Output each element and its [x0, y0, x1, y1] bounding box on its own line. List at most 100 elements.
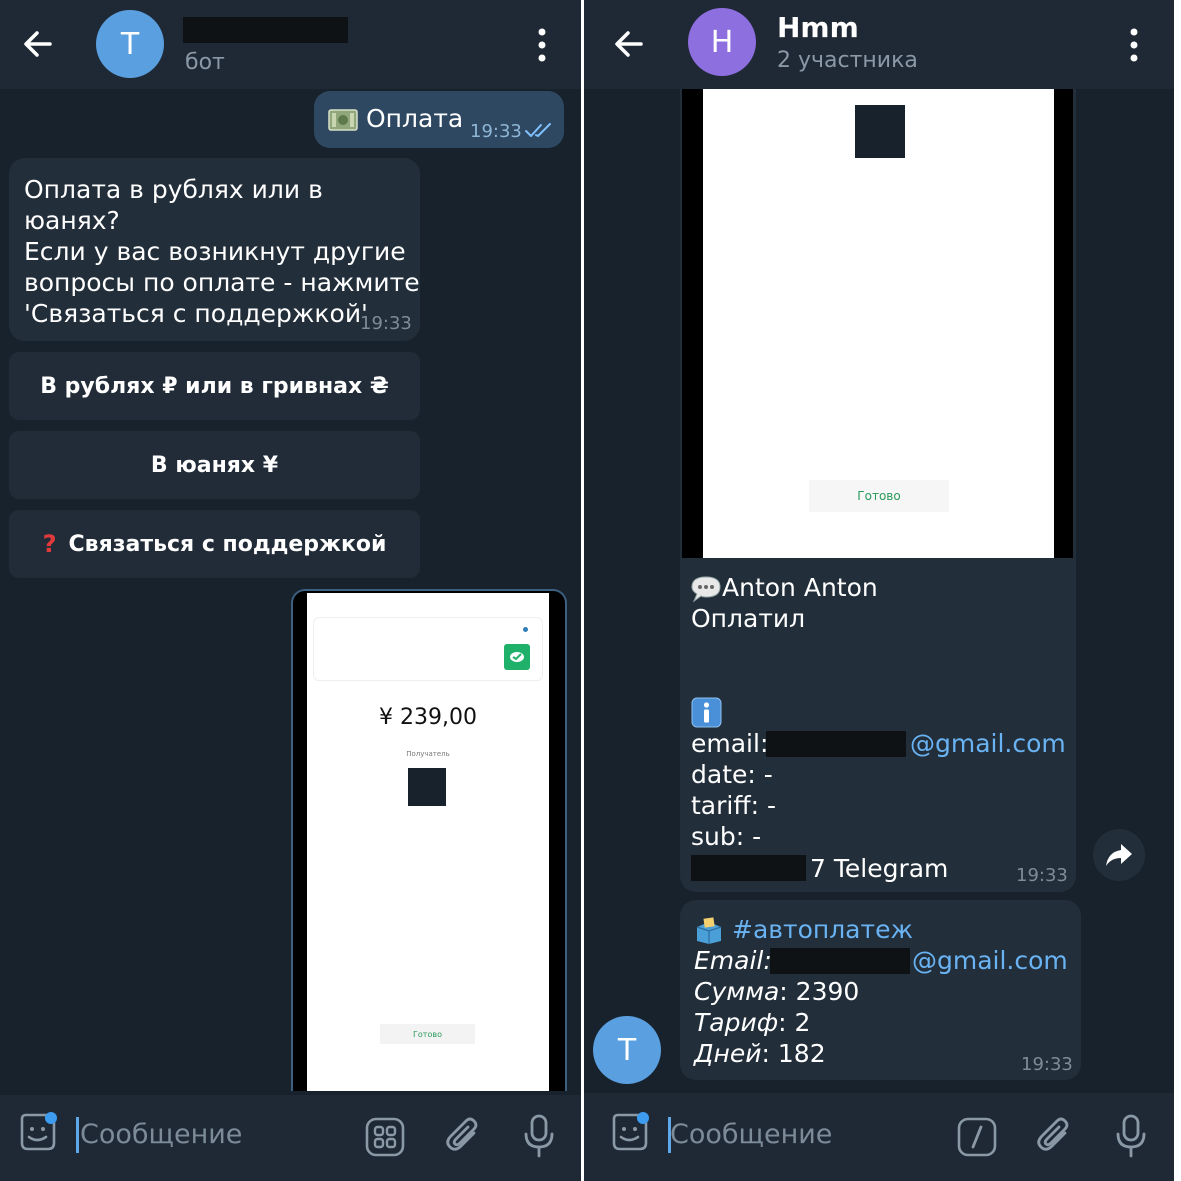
email-domain-link[interactable]: @gmail.com — [912, 945, 1068, 976]
email-label: Email — [694, 946, 764, 975]
group-avatar[interactable]: H — [688, 8, 756, 76]
message-time: 19:33 — [1021, 1054, 1073, 1075]
button-label: В юанях ¥ — [150, 452, 279, 478]
sticker-icon[interactable] — [16, 1111, 60, 1155]
message-composer: Сообщение — [0, 1095, 581, 1181]
redacted-bot-name — [183, 17, 348, 43]
telegram-line: 7 Telegram — [810, 854, 949, 883]
avatar-letter: T — [617, 1032, 637, 1068]
bot-command-icon[interactable] — [957, 1117, 997, 1157]
redacted-email — [770, 948, 910, 974]
days-value: 182 — [777, 1039, 826, 1068]
redacted-email — [766, 731, 906, 757]
sticker-icon[interactable] — [608, 1111, 652, 1155]
outgoing-message[interactable]: Оплата 19:33 — [314, 91, 564, 148]
sum-value: 2390 — [795, 977, 860, 1006]
tariff-line: Тариф: 2 — [694, 1008, 811, 1037]
message-text: Оплата — [366, 104, 464, 133]
message-time: 19:33 — [470, 121, 522, 142]
incoming-message[interactable]: Оплата в рублях или в юанях? Если у вас … — [9, 158, 420, 341]
button-label: Связаться с поддержкой — [68, 531, 387, 557]
message-input[interactable]: Сообщение — [80, 1119, 242, 1150]
tariff-value: 2 — [794, 1008, 811, 1037]
forward-button[interactable] — [1093, 829, 1145, 881]
receipt-screen: Готово — [703, 89, 1054, 558]
payment-status: Оплатил — [691, 604, 806, 633]
receipt-done-button: Готово — [809, 480, 949, 512]
sender-name: Anton Anton — [722, 573, 878, 602]
recipient-label: Получатель — [406, 750, 450, 758]
email-domain-link[interactable]: @gmail.com — [910, 728, 1066, 759]
receipt-image[interactable]: Готово — [682, 89, 1073, 558]
sender-avatar[interactable]: T — [593, 1016, 661, 1084]
message-input[interactable]: Сообщение — [670, 1119, 832, 1150]
days-label: Дней — [694, 1039, 762, 1068]
check-double-icon — [525, 123, 551, 137]
pay-yuan-button[interactable]: В юанях ¥ — [9, 431, 420, 499]
email-label: email: — [691, 729, 769, 758]
redacted-telegram-id — [691, 855, 806, 881]
pay-rubles-button[interactable]: В рублях ₽ или в гривнах ₴ — [9, 352, 420, 420]
button-label: В рублях ₽ или в гривнах ₴ — [40, 373, 389, 399]
hashtag-line: #автоплатеж — [694, 914, 913, 945]
microphone-icon[interactable] — [522, 1113, 556, 1159]
sum-label: Сумма — [694, 977, 780, 1006]
chat-header: H Hmm 2 участника — [584, 0, 1174, 89]
receipt-image-message[interactable]: ¥ 239,00 Получатель Готово — [291, 589, 567, 1091]
message-time: 19:33 — [360, 313, 412, 334]
chat-subtitle: бот — [185, 50, 225, 75]
days-line: Дней: 182 — [694, 1039, 826, 1068]
money-icon — [328, 109, 358, 131]
receipt-done-button: Готово — [380, 1024, 475, 1044]
avatar-letter: H — [710, 24, 734, 60]
message-line: вопросы по оплате - нажмите — [24, 268, 420, 297]
ballot-box-icon — [696, 917, 722, 944]
sum-line: Сумма: 2390 — [694, 977, 860, 1006]
done-label: Готово — [413, 1029, 442, 1039]
receipt-screen: ¥ 239,00 Получатель Готово — [307, 593, 549, 1091]
speech-bubble-icon — [691, 576, 721, 603]
question-mark-icon: ? — [42, 530, 57, 558]
chat-title: Hmm — [777, 11, 859, 44]
tariff-label: Тариф — [694, 1008, 779, 1037]
email-line: email: — [691, 728, 768, 759]
message-line: Если у вас возникнут другие — [24, 237, 406, 266]
text-caret — [76, 1117, 79, 1153]
avatar-letter: T — [120, 26, 140, 62]
status-dot — [523, 627, 528, 632]
forward-icon — [1106, 844, 1132, 866]
email-line: Email: — [694, 946, 772, 975]
payment-photo-message[interactable]: Готово Anton Anton Оплатил email: @gmail… — [680, 89, 1076, 892]
contact-support-button[interactable]: ? Связаться с поддержкой — [9, 510, 420, 578]
message-time: 19:33 — [1016, 865, 1068, 886]
sub-line: sub: - — [691, 822, 762, 851]
hashtag-link[interactable]: #автоплатеж — [732, 915, 913, 944]
back-arrow-icon[interactable] — [18, 24, 58, 64]
keyboard-grid-icon[interactable] — [365, 1117, 405, 1157]
chat-subtitle: 2 участника — [777, 48, 918, 73]
group-chat-panel: H Hmm 2 участника Готово Anton Anton Опл… — [584, 0, 1174, 1181]
paperclip-icon[interactable] — [444, 1115, 484, 1157]
sender-line: Anton Anton — [691, 572, 878, 603]
more-vertical-icon[interactable] — [1128, 26, 1140, 64]
info-icon — [691, 697, 722, 728]
bot-avatar[interactable]: T — [96, 10, 164, 78]
redacted-recipient — [408, 768, 446, 806]
receipt-card — [313, 617, 543, 681]
bank-logo-icon — [504, 644, 530, 670]
back-arrow-icon[interactable] — [609, 24, 649, 64]
tariff-line: tariff: - — [691, 791, 776, 820]
microphone-icon[interactable] — [1114, 1113, 1148, 1159]
done-label: Готово — [857, 489, 901, 503]
message-line: 'Связаться с поддержкой' — [24, 299, 368, 328]
chat-header: T бот — [0, 0, 581, 89]
receipt-amount: ¥ 239,00 — [379, 705, 477, 730]
paperclip-icon[interactable] — [1035, 1115, 1075, 1157]
date-line: date: - — [691, 760, 773, 789]
more-vertical-icon[interactable] — [536, 26, 548, 64]
bot-chat-panel: T бот Оплата 19:33 Оплата в рублях или в… — [0, 0, 581, 1181]
redacted-recipient — [855, 105, 905, 158]
autopayment-message[interactable]: #автоплатеж Email: @gmail.com Сумма: 239… — [680, 900, 1081, 1080]
message-line: Оплата в рублях или в юанях? — [24, 175, 323, 235]
message-composer: Сообщение — [584, 1093, 1174, 1181]
